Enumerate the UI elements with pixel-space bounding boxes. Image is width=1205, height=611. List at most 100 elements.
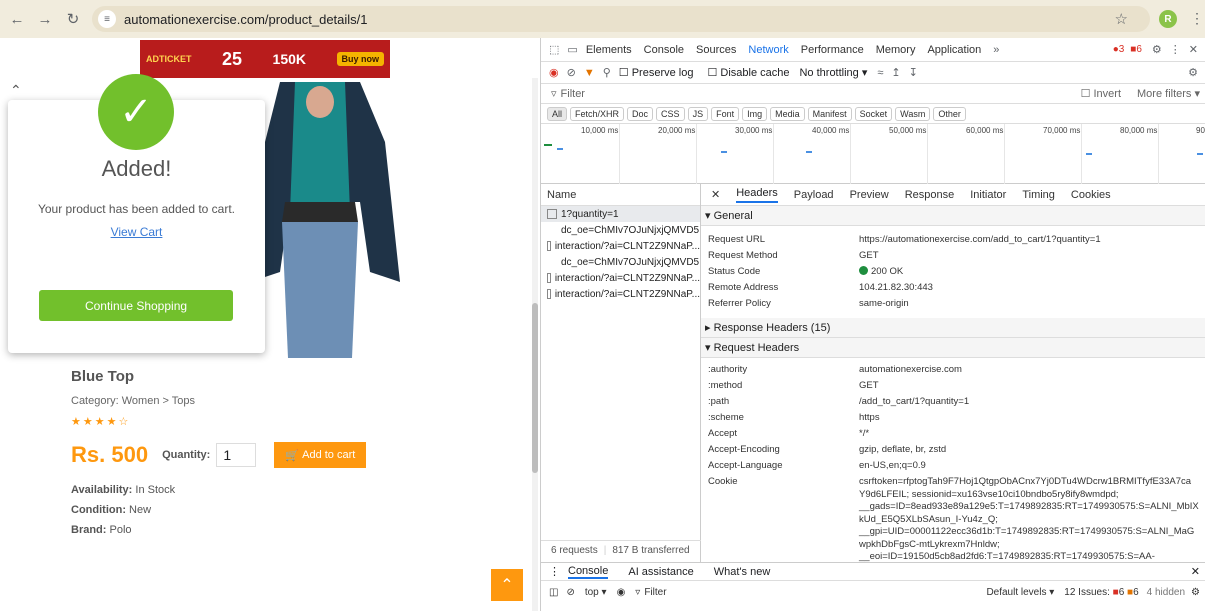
invert-label: Invert (1093, 88, 1122, 100)
reload-icon[interactable]: ↻ (62, 8, 84, 30)
drawer-tab-console[interactable]: Console (568, 565, 609, 579)
request-headers-section-header[interactable]: ▾ Request Headers (701, 338, 1205, 358)
search-icon[interactable]: ⚲ (603, 66, 611, 79)
record-icon[interactable]: ◉ (549, 66, 559, 79)
type-manifest[interactable]: Manifest (807, 106, 852, 121)
drawer-tab-whats-new[interactable]: What's new (714, 566, 771, 578)
timeline-tick: 90 (1196, 126, 1205, 135)
scroll-to-top-button[interactable]: ⌃ (491, 569, 523, 601)
request-row[interactable]: dc_oe=ChMIv7OJuNjxjQMVD5... (541, 254, 700, 270)
tab-memory[interactable]: Memory (876, 44, 916, 56)
scroll-thumb[interactable] (532, 303, 538, 473)
profile-avatar[interactable]: R (1159, 10, 1177, 28)
type-other[interactable]: Other (933, 106, 966, 121)
address-bar[interactable]: ≡ automationexercise.com/product_details… (92, 6, 1150, 32)
wifi-icon[interactable]: ≈ (877, 67, 883, 79)
tab-elements[interactable]: Elements (586, 44, 632, 56)
request-row[interactable]: dc_oe=ChMIv7OJuNjxjQMVD5... (541, 222, 700, 238)
chevron-up-icon[interactable]: ⌃ (10, 82, 22, 99)
tab-sources[interactable]: Sources (696, 44, 736, 56)
close-drawer-icon[interactable]: ✕ (1191, 565, 1200, 578)
tab-console[interactable]: Console (644, 44, 684, 56)
filter-input[interactable]: Filter (561, 88, 585, 100)
header-row: Cookie csrftoken=rfptogTah9F7Hoj1QtgpObA… (701, 474, 1205, 562)
filter-funnel-icon[interactable]: ▼ (584, 67, 595, 79)
view-cart-link[interactable]: View Cart (8, 225, 265, 239)
sidebar-toggle-icon[interactable]: ◫ (549, 587, 558, 598)
tab-payload[interactable]: Payload (794, 189, 834, 201)
more-filters-dropdown[interactable]: More filters ▾ (1137, 87, 1200, 100)
clear-console-icon[interactable]: ⊘ (566, 587, 574, 598)
added-to-cart-modal: ✓ Added! Your product has been added to … (8, 74, 265, 353)
device-toolbar-icon[interactable]: ▭ (567, 43, 577, 56)
clear-icon[interactable]: ⊘ (567, 66, 576, 79)
continue-shopping-button[interactable]: Continue Shopping (39, 290, 233, 321)
close-icon[interactable]: ✕ (1189, 43, 1198, 56)
network-settings-icon[interactable]: ⚙ (1188, 66, 1198, 79)
kebab-menu-icon[interactable]: ⋮ (1170, 43, 1181, 56)
eye-icon[interactable]: ◉ (617, 587, 626, 598)
type-js[interactable]: JS (687, 106, 709, 121)
drawer-tab-ai-assistance[interactable]: AI assistance (628, 566, 693, 578)
back-icon[interactable]: ← (6, 8, 28, 30)
ad-banner[interactable]: ADTICKET 25 150K Buy now (140, 40, 390, 78)
bookmark-star-icon[interactable]: ☆ (1115, 10, 1128, 28)
issues-button[interactable]: 12 Issues: ■6 ■6 (1064, 587, 1138, 598)
browser-menu-icon[interactable]: ⋮ (1190, 10, 1204, 27)
invert-checkbox[interactable]: ☐ Invert (1081, 87, 1121, 100)
type-fetch-xhr[interactable]: Fetch/XHR (570, 106, 625, 121)
type-font[interactable]: Font (711, 106, 740, 121)
drawer-menu-icon[interactable]: ⋮ (549, 565, 560, 578)
inspect-icon[interactable]: ⬚ (549, 43, 559, 56)
tab-application[interactable]: Application (927, 44, 981, 56)
type-css[interactable]: CSS (656, 106, 685, 121)
type-img[interactable]: Img (742, 106, 768, 121)
add-to-cart-button[interactable]: 🛒 Add to cart (274, 442, 367, 468)
console-filter-input[interactable]: Filter (644, 587, 666, 598)
context-select[interactable]: top ▾ (585, 587, 607, 598)
tab-cookies[interactable]: Cookies (1071, 189, 1111, 201)
timeline-gridline (1004, 124, 1005, 184)
quantity-input[interactable]: 1 (216, 443, 257, 467)
site-info-icon[interactable]: ≡ (98, 10, 116, 28)
forward-icon[interactable]: → (34, 8, 56, 30)
brand: Brand: Polo (71, 524, 531, 536)
type-media[interactable]: Media (770, 106, 805, 121)
type-wasm[interactable]: Wasm (895, 106, 931, 121)
general-title: General (713, 209, 753, 222)
type-all[interactable]: All (547, 106, 568, 121)
console-settings-icon[interactable]: ⚙ (1191, 587, 1200, 598)
settings-gear-icon[interactable]: ⚙ (1152, 43, 1162, 56)
tab-response[interactable]: Response (905, 189, 955, 201)
preserve-log-checkbox[interactable]: ☐ Preserve log (619, 66, 694, 79)
default-levels-select[interactable]: Default levels ▾ (986, 587, 1054, 598)
tab-initiator[interactable]: Initiator (970, 189, 1006, 201)
network-timeline[interactable]: 10,000 ms 20,000 ms 30,000 ms 40,000 ms … (541, 124, 1205, 184)
throttling-select[interactable]: No throttling ▾ (799, 66, 867, 79)
more-tabs-icon[interactable]: » (993, 44, 999, 56)
request-row[interactable]: 1?quantity=1 (541, 206, 700, 222)
console-filter-icon: ▿ (635, 586, 641, 598)
close-details-icon[interactable]: ✕ (711, 188, 720, 201)
tab-headers[interactable]: Headers (736, 187, 778, 203)
request-row[interactable]: interaction/?ai=CLNT2Z9NNaP... (541, 270, 700, 286)
page-scrollbar[interactable] (532, 78, 538, 611)
disable-cache-checkbox[interactable]: ☐ Disable cache (707, 66, 789, 79)
tab-timing[interactable]: Timing (1022, 189, 1055, 201)
error-count[interactable]: ●3 (1113, 44, 1125, 55)
response-headers-section-header[interactable]: ▸ Response Headers (15) (701, 318, 1205, 338)
download-icon[interactable]: ↧ (909, 66, 918, 79)
warning-count[interactable]: ■6 (1130, 44, 1142, 55)
tab-performance[interactable]: Performance (801, 44, 864, 56)
name-column-header[interactable]: Name (541, 184, 700, 206)
tab-preview[interactable]: Preview (850, 189, 889, 201)
request-row[interactable]: interaction/?ai=CLNT2Z9NNaP... (541, 286, 700, 302)
tab-network[interactable]: Network (748, 44, 788, 56)
general-section-header[interactable]: ▾ General (701, 206, 1205, 226)
type-doc[interactable]: Doc (627, 106, 654, 121)
banner-buy-button[interactable]: Buy now (336, 52, 384, 66)
request-row[interactable]: interaction/?ai=CLNT2Z9NNaP... (541, 238, 700, 254)
network-toolbar: ◉ ⊘ ▼ ⚲ ☐ Preserve log ☐ Disable cache N… (541, 62, 1205, 84)
type-socket[interactable]: Socket (854, 106, 893, 121)
upload-icon[interactable]: ↥ (891, 66, 900, 79)
